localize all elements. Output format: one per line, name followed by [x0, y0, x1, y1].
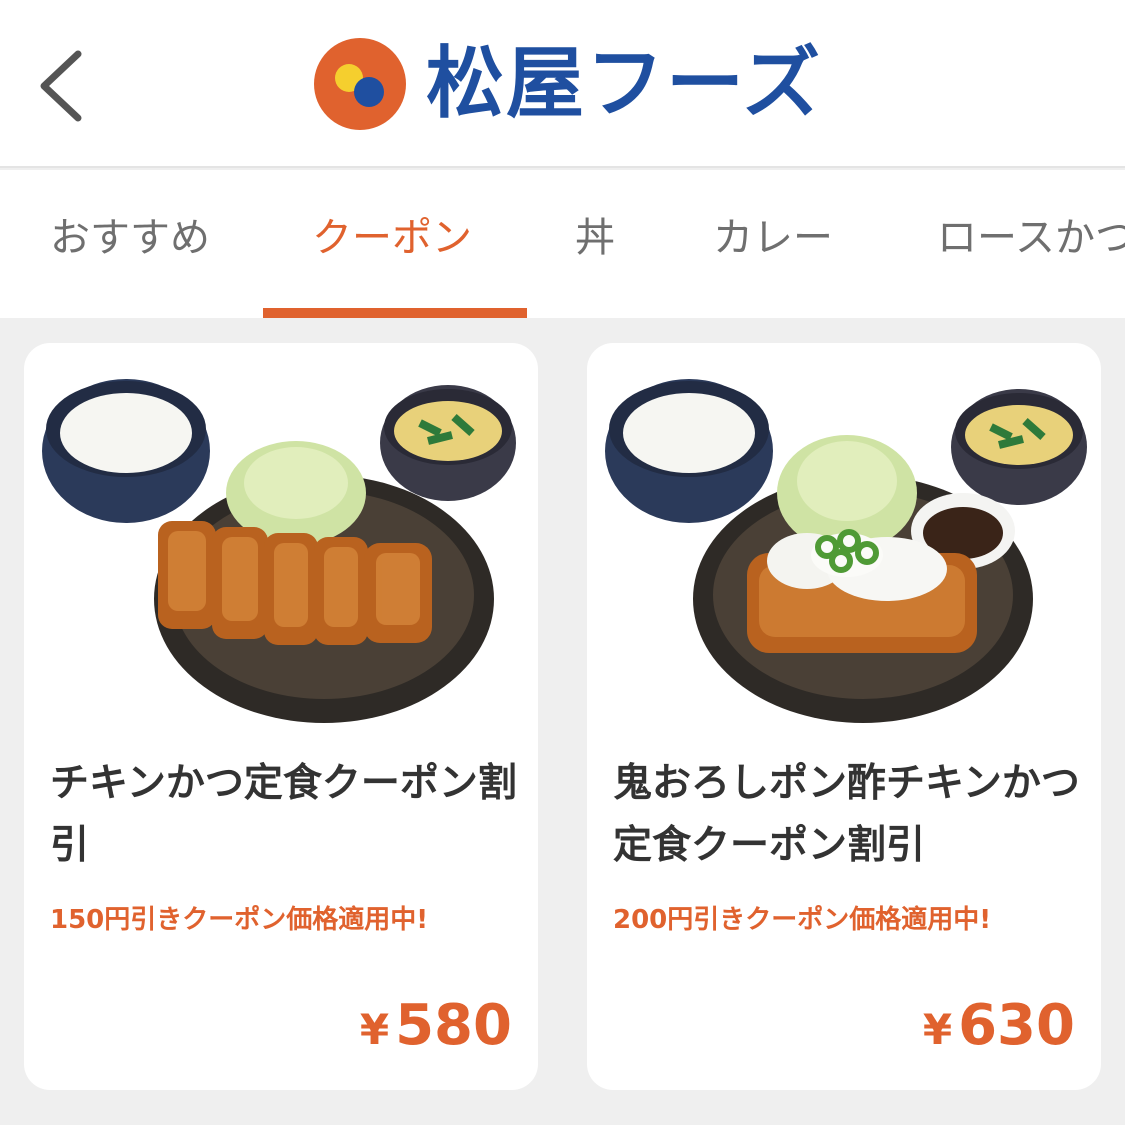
product-image	[605, 379, 1087, 723]
category-tabs: おすすめ クーポン 丼 カレー ロースかつ	[0, 170, 1125, 318]
product-card-chicken-katsu[interactable]: チキンかつ定食クーポン割引 150円引きクーポン価格適用中! ¥580	[24, 343, 538, 1090]
tab-coupon[interactable]: クーポン	[312, 170, 472, 318]
product-price: ¥580	[360, 993, 512, 1058]
product-price: ¥630	[923, 993, 1075, 1058]
currency-symbol: ¥	[922, 1005, 953, 1054]
product-image	[42, 379, 516, 723]
coupon-promo-text: 200円引きクーポン価格適用中!	[613, 905, 992, 935]
price-value: 630	[958, 993, 1075, 1058]
tab-curry[interactable]: カレー	[713, 170, 833, 318]
active-tab-indicator	[263, 308, 527, 318]
coupon-promo-text: 150円引きクーポン価格適用中!	[50, 905, 429, 935]
brand-logo: 松屋フーズ	[312, 36, 822, 132]
product-card-oroshi-ponzu-chicken-katsu[interactable]: 鬼おろしポン酢チキンかつ定食クーポン割引 200円引きクーポン価格適用中! ¥6…	[587, 343, 1101, 1090]
tab-recommended[interactable]: おすすめ	[50, 170, 210, 318]
chevron-left-icon	[40, 50, 82, 122]
product-title: 鬼おろしポン酢チキンかつ定食クーポン割引	[613, 761, 1080, 868]
app-header: 松屋フーズ	[0, 0, 1125, 168]
logo-mark-icon	[314, 38, 406, 130]
price-value: 580	[395, 993, 512, 1058]
product-title: チキンかつ定食クーポン割引	[50, 761, 517, 868]
currency-symbol: ¥	[359, 1005, 390, 1054]
tab-loin-katsu[interactable]: ロースかつ	[937, 170, 1125, 318]
tab-donburi[interactable]: 丼	[575, 170, 615, 318]
back-button[interactable]	[30, 44, 100, 124]
brand-logo-text: 松屋フーズ	[426, 39, 823, 129]
